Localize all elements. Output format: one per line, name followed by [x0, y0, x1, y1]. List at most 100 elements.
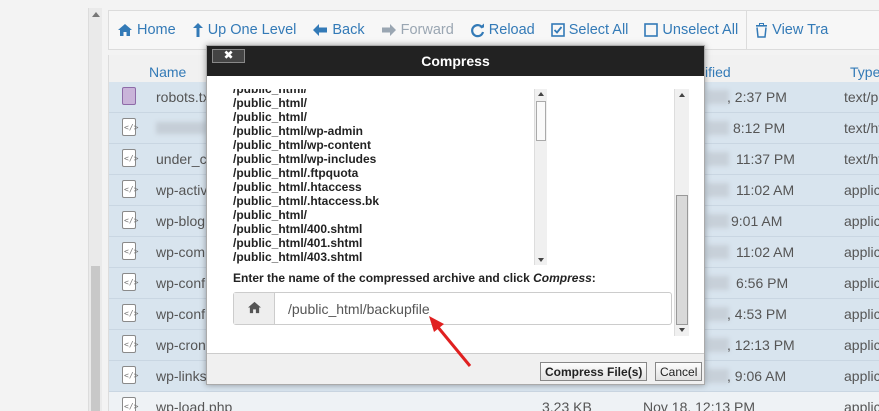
compress-files-button[interactable]: Compress File(s)	[540, 362, 648, 381]
column-header-last-modified[interactable]: ified	[705, 64, 731, 80]
file-name: wp-com	[156, 244, 206, 260]
scroll-up-arrow-icon[interactable]	[92, 12, 100, 17]
home-button[interactable]: Home	[109, 10, 184, 50]
unselect-all-button[interactable]: Unselect All	[636, 10, 746, 50]
file-name: wp-blog	[156, 213, 206, 229]
file-modified: , 2:37 PM	[727, 89, 787, 105]
file-manager-toolbar: Home Up One Level Back Forward Reload Se…	[108, 10, 879, 50]
list-item-partial: /public_html/	[233, 89, 308, 96]
redacted-date	[707, 90, 729, 104]
list-item: /public_html/.htaccess.bk	[233, 194, 380, 208]
checkbox-checked-icon	[550, 23, 565, 37]
home-addon	[234, 293, 275, 324]
list-item: /public_html/wp-admin	[233, 124, 364, 138]
column-header-type[interactable]: Type	[850, 64, 879, 80]
cancel-button[interactable]: Cancel	[655, 362, 703, 381]
list-item: /public_html/	[233, 96, 308, 110]
file-name: wp-cron	[156, 337, 206, 353]
redacted-date	[707, 183, 729, 197]
redacted-date	[707, 369, 729, 383]
file-type: applic	[844, 244, 879, 260]
view-trash-button[interactable]: View Tra	[747, 10, 836, 50]
scroll-up-arrow-icon[interactable]	[538, 92, 544, 96]
list-item: /public_html/400.shtml	[233, 222, 363, 236]
dialog-scrollbar[interactable]	[674, 89, 689, 336]
file-modified: , 9:06 AM	[727, 368, 787, 384]
select-all-label: Select All	[568, 22, 629, 38]
dialog-body: /public_html/ /public_html/ /public_html…	[207, 76, 704, 352]
redacted-date	[707, 152, 729, 166]
left-panel-scrollbar[interactable]	[88, 8, 102, 411]
redacted-date	[707, 307, 729, 321]
file-name: wp-conf	[156, 306, 206, 322]
level-up-icon	[192, 23, 203, 37]
archive-name-field-group	[233, 292, 672, 325]
close-button[interactable]: ✖	[212, 49, 245, 63]
list-item: /public_html/.htaccess	[233, 180, 362, 194]
file-type: applic	[844, 399, 879, 411]
scroll-up-arrow-icon[interactable]	[679, 93, 685, 97]
list-item: /public_html/wp-content	[233, 138, 371, 152]
dialog-title-bar: Compress	[207, 46, 704, 76]
table-row[interactable]: </> wp-load.php 3.23 KB Nov 18, 12:13 PM…	[109, 392, 879, 411]
list-item: /public_html/	[233, 110, 308, 124]
up-one-level-label: Up One Level	[207, 22, 297, 38]
file-type: text/ht	[844, 151, 879, 167]
file-modified: 6:56 PM	[736, 275, 789, 291]
scrollbar-thumb[interactable]	[91, 266, 100, 411]
instruction-emphasis: Compress	[533, 271, 592, 285]
file-type: applic	[844, 306, 879, 322]
selected-files-list[interactable]: /public_html/ /public_html/ /public_html…	[233, 89, 534, 265]
back-button[interactable]: Back	[304, 10, 372, 50]
reload-icon	[470, 23, 484, 37]
code-file-icon: </>	[122, 118, 138, 136]
file-name: under_c	[156, 151, 207, 167]
file-type: applic	[844, 182, 879, 198]
column-header-name[interactable]: Name	[149, 64, 186, 80]
redacted-date	[707, 245, 729, 259]
view-trash-label: View Tra	[772, 22, 829, 38]
archive-name-instruction: Enter the name of the compressed archive…	[233, 271, 596, 285]
checkbox-empty-icon	[644, 23, 659, 37]
code-file-icon: </>	[122, 273, 138, 291]
compress-dialog: Compress ✖ /public_html/ /public_html/ /…	[206, 45, 705, 385]
code-file-icon: </>	[122, 366, 138, 384]
instruction-text: Enter the name of the compressed archive…	[233, 271, 534, 285]
home-label: Home	[137, 22, 176, 38]
forward-label: Forward	[400, 22, 454, 38]
forward-button[interactable]: Forward	[373, 10, 462, 50]
list-item: /public_html/	[233, 208, 308, 222]
file-modified: 11:02 AM	[736, 244, 795, 260]
redacted-date	[707, 276, 729, 290]
arrow-left-icon	[313, 24, 328, 36]
reload-label: Reload	[488, 22, 535, 38]
scrollbar-thumb[interactable]	[536, 101, 546, 141]
select-all-button[interactable]: Select All	[543, 10, 637, 50]
code-file-icon: </>	[122, 211, 138, 229]
reload-button[interactable]: Reload	[462, 10, 543, 50]
file-list-scrollbar[interactable]	[534, 89, 547, 265]
list-item: /public_html/403.shtml	[233, 250, 363, 264]
redacted-date	[707, 338, 729, 352]
code-file-icon: </>	[122, 335, 138, 353]
archive-name-input[interactable]	[276, 293, 671, 324]
up-one-level-button[interactable]: Up One Level	[184, 10, 305, 50]
code-file-icon: </>	[122, 397, 138, 411]
scrollbar-thumb[interactable]	[676, 195, 688, 325]
file-type: applic	[844, 275, 879, 291]
dialog-footer: Compress File(s) Cancel	[207, 353, 704, 384]
file-modified: 9:01 AM	[731, 213, 783, 229]
file-type: applic	[844, 368, 879, 384]
list-item: /public_html/wp-includes	[233, 152, 377, 166]
code-file-icon: </>	[122, 242, 138, 260]
scroll-down-arrow-icon[interactable]	[679, 328, 685, 332]
redacted-file-name	[156, 122, 206, 134]
file-modified: , 4:53 PM	[727, 306, 787, 322]
home-icon	[248, 301, 261, 314]
file-modified: , 12:13 PM	[727, 337, 795, 353]
redacted-date	[707, 121, 729, 135]
scroll-down-arrow-icon[interactable]	[538, 258, 544, 262]
list-item: /public_html/.ftpquota	[233, 166, 359, 180]
dialog-title: Compress	[421, 53, 490, 69]
file-modified: 8:12 PM	[733, 120, 786, 136]
